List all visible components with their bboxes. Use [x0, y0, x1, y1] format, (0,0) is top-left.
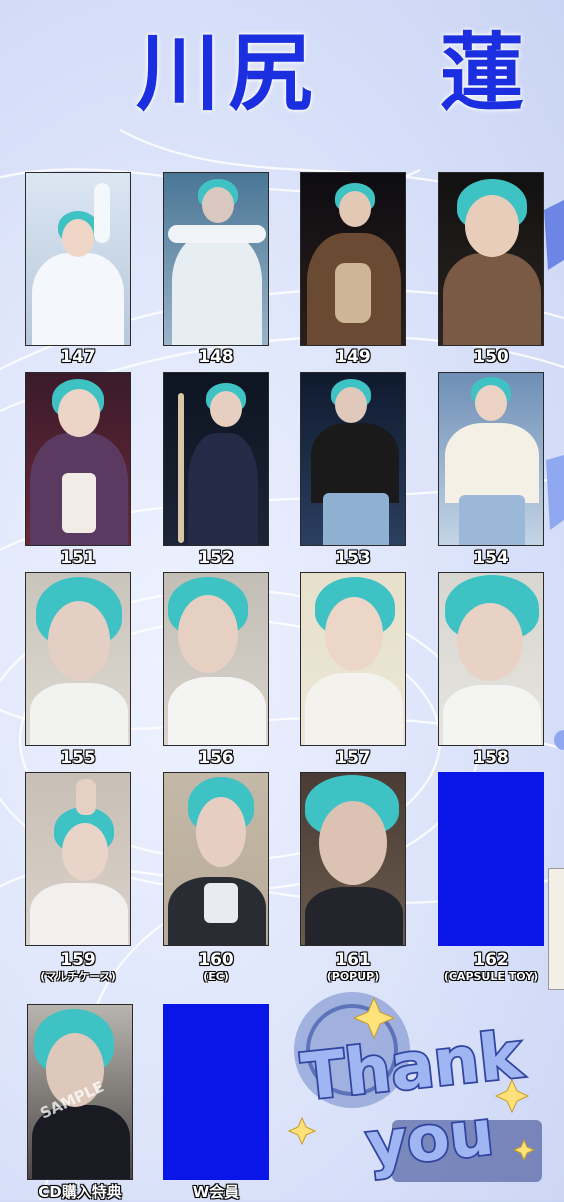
- placeholder-card: [438, 772, 544, 946]
- photo-card: [25, 172, 131, 346]
- photo-card: [300, 772, 406, 946]
- thank-you-sticker: Thank you: [287, 992, 542, 1183]
- card-number: 161: [335, 950, 371, 970]
- photo-card: [300, 572, 406, 746]
- card-number: 159: [60, 950, 96, 970]
- card-number: 147: [60, 347, 96, 367]
- card-number: 150: [473, 347, 509, 367]
- you-text: you: [363, 1096, 497, 1182]
- photo-card: [163, 372, 269, 546]
- card-number: 148: [198, 347, 234, 367]
- card-number: 152: [198, 548, 234, 568]
- card-number: 162: [473, 950, 509, 970]
- photo-card: [438, 172, 544, 346]
- photo-card: [163, 172, 269, 346]
- photo-card: [163, 572, 269, 746]
- title-given-name: 蓮: [440, 23, 533, 122]
- photo-card: [438, 572, 544, 746]
- photo-card: [300, 172, 406, 346]
- photo-card: SAMPLE: [27, 1004, 133, 1180]
- photo-card: [163, 772, 269, 946]
- card-number: 154: [473, 548, 509, 568]
- card-number: 149: [335, 347, 371, 367]
- card-number: 158: [473, 748, 509, 768]
- card-number: 151: [60, 548, 96, 568]
- page-title: 川尻 蓮: [0, 18, 564, 128]
- card-subtitle: (POPUP): [326, 970, 380, 983]
- placeholder-card: [163, 1004, 269, 1180]
- card-number: CD購入特典: [38, 1183, 122, 1201]
- card-number: 156: [198, 748, 234, 768]
- card-number: 160: [198, 950, 234, 970]
- card-subtitle: (マルチケース): [40, 970, 116, 983]
- card-number: 157: [335, 748, 371, 768]
- photo-card: [438, 372, 544, 546]
- photo-card: [25, 772, 131, 946]
- title-family-name: 川尻: [136, 23, 321, 122]
- card-subtitle: (CAPSULE TOY): [443, 970, 539, 983]
- card-number: 155: [60, 748, 96, 768]
- card-number: W会員: [192, 1183, 240, 1201]
- card-number: 153: [335, 548, 371, 568]
- photo-card: [300, 372, 406, 546]
- photo-card: [25, 572, 131, 746]
- card-subtitle: (EC): [203, 970, 229, 983]
- photo-card: [25, 372, 131, 546]
